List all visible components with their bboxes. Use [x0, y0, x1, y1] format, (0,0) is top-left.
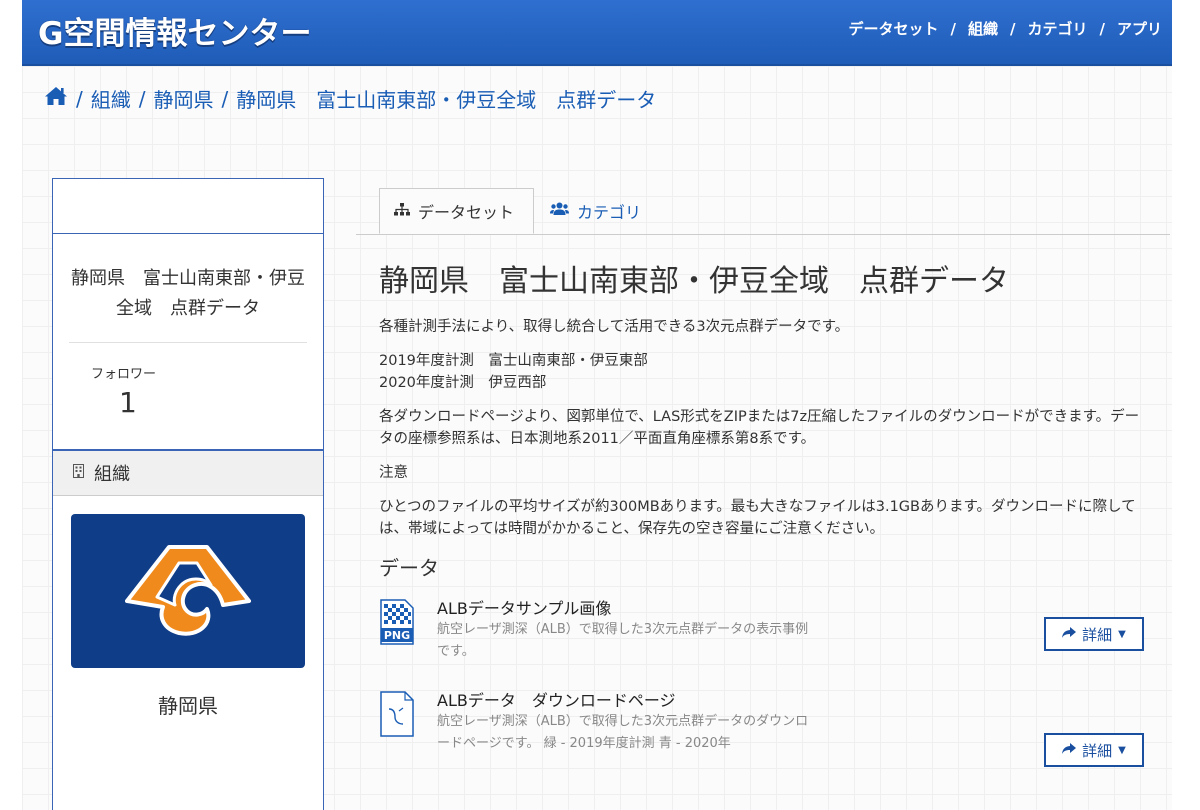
tab-categories[interactable]: カテゴリ — [550, 188, 641, 234]
breadcrumb-dataset[interactable]: 静岡県 富士山南東部・伊豆全域 点群データ — [236, 84, 656, 113]
details-button-label: 詳細 — [1082, 741, 1113, 760]
breadcrumb-separator: / — [76, 86, 83, 111]
dataset-survey-years: 2019年度計測 富士山南東部・伊豆東部 2020年度計測 伊豆西部 — [379, 350, 1149, 394]
nav-separator: / — [950, 19, 956, 38]
tab-datasets-label: データセット — [418, 203, 515, 222]
caret-down-icon: ▼ — [1118, 744, 1126, 756]
details-button[interactable]: 詳細 ▼ — [1044, 733, 1144, 767]
sidebar-image-area — [53, 179, 323, 234]
org-name: 静岡県 — [158, 694, 218, 718]
followers-label: フォロワー — [91, 367, 157, 382]
tab-datasets[interactable]: データセット — [379, 188, 534, 234]
notice-text: ひとつのファイルの平均サイズが約300MBあります。最も大きなファイルは3.1G… — [379, 499, 1136, 537]
org-logo[interactable] — [71, 514, 305, 668]
resource-title[interactable]: ALBデータ ダウンロードページ — [437, 687, 676, 711]
share-arrow-icon — [1062, 625, 1077, 643]
breadcrumb: / 組織 / 静岡県 / 静岡県 富士山南東部・伊豆全域 点群データ — [44, 84, 656, 113]
generic-file-icon[interactable] — [379, 691, 415, 741]
sitemap-icon — [394, 202, 410, 220]
file-format-label: PNG — [384, 629, 410, 642]
nav-separator: / — [1099, 19, 1105, 38]
building-icon — [73, 464, 84, 482]
shizuoka-emblem-icon — [125, 545, 251, 636]
followers-count: 1 — [119, 386, 137, 419]
details-button-label: 詳細 — [1082, 625, 1113, 644]
breadcrumb-organizations[interactable]: 組織 — [91, 84, 131, 113]
png-file-icon[interactable]: PNG — [379, 599, 415, 649]
org-section-label: 組織 — [94, 464, 130, 485]
home-icon[interactable] — [44, 86, 68, 111]
followers-block: フォロワー 1 — [53, 343, 323, 449]
site-header: G空間情報センター データセット / 組織 / カテゴリ / アプリ — [22, 0, 1172, 66]
breadcrumb-organization[interactable]: 静岡県 — [154, 84, 214, 113]
breadcrumb-separator: / — [221, 86, 229, 111]
resource-description: 航空レーザ測深（ALB）で取得した3次元点群データのダウンロードページです。 緑… — [437, 714, 809, 751]
notice-heading: 注意 — [379, 465, 408, 481]
resource-description: 航空レーザ測深（ALB）で取得した3次元点群データの表示事例です。 — [437, 622, 809, 659]
nav-organizations[interactable]: 組織 — [968, 18, 998, 39]
dataset-description: 各種計測手法により、取得し統合して活用できる3次元点群データです。 — [379, 319, 850, 335]
dataset-download-info: 各ダウンロードページより、図郭単位で、LAS形式をZIPまたは7z圧縮したファイ… — [379, 409, 1140, 447]
tab-categories-label: カテゴリ — [577, 203, 642, 222]
nav-separator: / — [1010, 19, 1016, 38]
org-section-header: 組織 — [53, 449, 323, 496]
dataset-title: 静岡県 富士山南東部・伊豆全域 点群データ — [379, 264, 1009, 299]
nav-apps[interactable]: アプリ — [1117, 18, 1162, 39]
nav-categories[interactable]: カテゴリ — [1027, 18, 1087, 39]
site-logo-link[interactable]: G空間情報センター — [38, 8, 311, 53]
resource-title[interactable]: ALBデータサンプル画像 — [437, 595, 611, 619]
data-heading: データ — [379, 556, 439, 580]
users-icon — [550, 202, 569, 220]
resource-item: PNG ALBデータサンプル画像 航空レーザ測深（ALB）で取得した3次元点群デ… — [379, 595, 1149, 673]
sidebar-dataset-title: 静岡県 富士山南東部・伊豆全域 点群データ — [71, 268, 305, 319]
survey-year-2019: 2019年度計測 富士山南東部・伊豆東部 — [379, 353, 648, 369]
details-button[interactable]: 詳細 ▼ — [1044, 617, 1144, 651]
content-tabs: データセット カテゴリ — [356, 188, 1170, 235]
nav-datasets[interactable]: データセット — [848, 18, 938, 39]
breadcrumb-separator: / — [138, 86, 146, 111]
caret-down-icon: ▼ — [1118, 628, 1126, 640]
survey-year-2020: 2020年度計測 伊豆西部 — [379, 375, 547, 391]
resource-item: ALBデータ ダウンロードページ 航空レーザ測深（ALB）で取得した3次元点群デ… — [379, 687, 1149, 767]
main-nav: データセット / 組織 / カテゴリ / アプリ — [848, 18, 1162, 39]
share-arrow-icon — [1062, 741, 1077, 759]
sidebar: 静岡県 富士山南東部・伊豆全域 点群データ フォロワー 1 組織 静岡県 — [52, 178, 324, 810]
dataset-main: 静岡県 富士山南東部・伊豆全域 点群データ 各種計測手法により、取得し統合して活… — [379, 258, 1149, 767]
